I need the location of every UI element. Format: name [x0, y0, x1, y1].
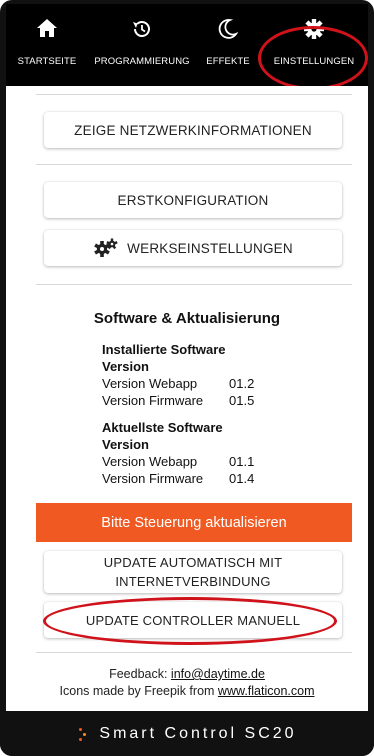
feedback-email-link[interactable]: info@daytime.de: [171, 667, 265, 681]
tab-effekte[interactable]: EFFEKTE: [196, 4, 260, 86]
history-icon: [133, 21, 150, 37]
divider: [36, 164, 352, 165]
latest-webapp-label: Version Webapp: [102, 454, 198, 469]
settings-page: ZEIGE NETZWERKINFORMATIONEN ERSTKONFIGUR…: [6, 86, 368, 711]
software-heading: Software & Aktualisierung: [93, 310, 281, 327]
latest-firmware-row: Version Firmware 01.4: [102, 471, 254, 486]
divider: [36, 652, 352, 653]
installed-title-line: Version: [102, 359, 149, 374]
update-automatic-label: UPDATE AUTOMATISCH MIT: [103, 555, 283, 570]
divider: [36, 94, 352, 95]
installed-webapp-label: Version Webapp: [102, 376, 198, 391]
credits-prefix: Icons made by Freepik from: [59, 684, 218, 698]
installed-webapp-value: 01.2: [229, 376, 255, 391]
brand-bar: Smart Control SC20: [0, 711, 374, 756]
tab-label: STARTSEITE: [17, 56, 77, 67]
update-required-banner: Bitte Steuerung aktualisieren: [36, 503, 352, 542]
latest-firmware-value: 01.4: [229, 471, 255, 486]
update-automatic-button[interactable]: UPDATE AUTOMATISCH MIT INTERNETVERBINDUN…: [44, 551, 342, 593]
latest-webapp-value: 01.1: [229, 454, 255, 469]
tab-startseite[interactable]: STARTSEITE: [6, 4, 88, 86]
latest-title-line: Aktuellste Software: [102, 420, 223, 435]
factory-settings-label: WERKSEINSTELLUNGEN: [127, 240, 293, 256]
latest-title-line: Version: [102, 437, 149, 452]
tab-programmierung[interactable]: PROGRAMMIERUNG: [88, 4, 196, 86]
installed-firmware-value: 01.5: [229, 393, 255, 408]
gears-icon: [94, 238, 118, 257]
tab-label: EFFEKTE: [206, 56, 250, 67]
credits-line: Icons made by Freepik from www.flaticon.…: [6, 684, 368, 698]
feedback-prefix: Feedback:: [109, 667, 171, 681]
brand-name: Smart Control SC20: [99, 724, 297, 742]
gear-icon: [304, 19, 324, 39]
tab-label: PROGRAMMIERUNG: [94, 56, 190, 67]
factory-settings-button[interactable]: WERKSEINSTELLUNGEN: [44, 230, 342, 266]
latest-webapp-row: Version Webapp 01.1: [102, 454, 254, 469]
latest-version-title: Aktuellste Software Version: [102, 419, 223, 453]
home-icon: [37, 19, 57, 37]
network-info-button[interactable]: ZEIGE NETZWERKINFORMATIONEN: [44, 112, 342, 148]
top-navigation: STARTSEITE PROGRAMMIERUNG EFFEKTE EINSTE…: [6, 4, 368, 86]
installed-title-line: Installierte Software: [102, 342, 226, 357]
flaticon-link[interactable]: www.flaticon.com: [218, 684, 315, 698]
installed-webapp-row: Version Webapp 01.2: [102, 376, 254, 391]
feedback-line: Feedback: info@daytime.de: [6, 667, 368, 681]
latest-firmware-label: Version Firmware: [102, 471, 204, 486]
installed-firmware-row: Version Firmware 01.5: [102, 393, 254, 408]
device-frame: STARTSEITE PROGRAMMIERUNG EFFEKTE EINSTE…: [0, 0, 374, 756]
installed-version-title: Installierte Software Version: [102, 341, 226, 375]
tab-label: EINSTELLUNGEN: [273, 56, 355, 67]
tab-einstellungen[interactable]: EINSTELLUNGEN: [260, 4, 368, 86]
initial-config-button[interactable]: ERSTKONFIGURATION: [44, 182, 342, 218]
moon-icon: [218, 19, 238, 39]
update-manual-button[interactable]: UPDATE CONTROLLER MANUELL: [44, 602, 342, 638]
divider: [36, 284, 352, 285]
update-automatic-label: INTERNETVERBINDUNG: [115, 574, 271, 589]
brand-logo-icon: [77, 726, 89, 742]
installed-firmware-label: Version Firmware: [102, 393, 204, 408]
